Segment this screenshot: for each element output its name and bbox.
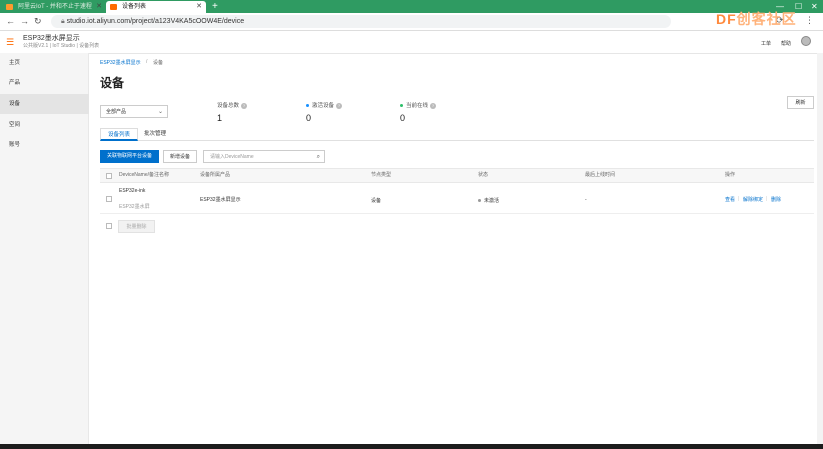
header-link-help[interactable]: 帮助 [781, 40, 791, 47]
sidebar-item-products[interactable]: 产品 [0, 73, 89, 93]
stat-online-value: 0 [400, 113, 406, 123]
stat-active-value: 0 [306, 113, 312, 123]
forward-icon[interactable]: → [20, 14, 29, 29]
batch-delete-button[interactable]: 批量删除 [118, 220, 155, 233]
batch-select-checkbox[interactable] [106, 223, 112, 229]
help-icon[interactable]: ? [336, 102, 343, 109]
browser-tab-device-list[interactable]: 设备列表 ✕ [106, 1, 206, 13]
device-node-type: 设备 [371, 198, 382, 204]
product-select-value: 全部产品 [106, 109, 127, 115]
browser-tab-label: 设备列表 [122, 4, 147, 10]
add-device-button[interactable]: 新增设备 [163, 150, 197, 163]
device-status-text: 未激活 [484, 198, 500, 204]
tab-batch-management[interactable]: 批次管理 [137, 128, 173, 141]
breadcrumb-current: 设备 [153, 60, 164, 66]
tab-divider [100, 140, 814, 141]
device-remark: ESP32墨水屏 [119, 204, 150, 210]
back-icon[interactable]: ← [6, 14, 15, 29]
stat-total-value: 1 [217, 113, 223, 123]
row-checkbox[interactable] [106, 196, 112, 202]
browser-tab-label: 阿里云IoT - 并和不止于速程 [18, 4, 92, 10]
stat-total-label: 设备总数? [217, 101, 248, 109]
brand-watermark-main: DF [716, 11, 737, 27]
sidebar-item-devices[interactable]: 设备 [0, 94, 89, 114]
column-header-node-type: 节点类型 [371, 172, 392, 178]
avatar[interactable] [801, 36, 811, 46]
header-link-ticket[interactable]: 工单 [761, 40, 771, 47]
status-dot-icon [478, 199, 481, 203]
search-input[interactable]: 请输入DeviceName ⌕ [203, 150, 325, 163]
tab-device-list[interactable]: 设备列表 [100, 128, 139, 141]
breadcrumb-separator: / [146, 59, 148, 65]
brand-watermark: DF创客社区 [716, 9, 797, 29]
url-text: studio.iot.aliyun.com/project/a123V4KA5c… [66, 18, 245, 25]
select-all-checkbox[interactable] [106, 173, 112, 179]
close-tab-icon[interactable]: ✕ [196, 1, 202, 13]
help-icon[interactable]: ? [241, 102, 248, 109]
device-status: 未激活 [478, 197, 499, 204]
view-link[interactable]: 查看 [725, 196, 735, 203]
stat-total-text: 设备总数 [217, 103, 240, 109]
page-scrollbar[interactable] [817, 53, 823, 444]
sidebar-item-accounts[interactable]: 账号 [0, 135, 89, 155]
window-close-icon[interactable]: ✕ [811, 0, 818, 13]
aliyun-favicon-icon [6, 4, 13, 10]
unbind-link[interactable]: 解除绑定 [743, 196, 763, 203]
column-header-actions: 操作 [725, 172, 736, 178]
sidebar-item-home[interactable]: 主页 [0, 53, 89, 73]
stat-active-label: 激活设备? [306, 101, 343, 109]
stat-online-label: 当前在线? [400, 101, 437, 109]
stat-active-text: 激活设备 [312, 103, 335, 109]
link-iot-device-button[interactable]: 关联物联网平台设备 [100, 150, 159, 163]
device-last-online: - [585, 197, 587, 203]
hamburger-menu-icon[interactable]: ☰ [6, 37, 14, 48]
brand-watermark-rest: 创客社区 [736, 11, 797, 27]
project-subtitle: 公共版V2.1 | IoT Studio | 设备列表 [23, 43, 100, 49]
chevron-down-icon: ⌄ [157, 109, 163, 115]
status-dot-icon [400, 104, 403, 108]
browser-tab-aliyun[interactable]: 阿里云IoT - 并和不止于速程 ✕ [2, 1, 106, 13]
search-placeholder: 请输入DeviceName [210, 154, 254, 160]
new-tab-icon[interactable]: + [212, 0, 218, 13]
sidebar-item-spaces[interactable]: 空间 [0, 115, 89, 135]
refresh-button[interactable]: 刷新 [787, 96, 814, 109]
help-icon[interactable]: ? [430, 102, 437, 109]
search-icon[interactable]: ⌕ [317, 151, 320, 164]
os-taskbar [0, 444, 823, 449]
close-tab-icon[interactable]: ✕ [96, 1, 102, 13]
column-header-last-online: 最后上线时间 [585, 172, 616, 178]
action-separator: | [738, 196, 740, 202]
breadcrumb-parent[interactable]: ESP32墨水屏显示 [100, 59, 141, 66]
column-header-product: 设备所属产品 [200, 172, 231, 178]
status-dot-icon [306, 104, 309, 108]
menu-dots-icon[interactable]: ⋮ [805, 13, 814, 28]
url-field[interactable]: 🔒︎ studio.iot.aliyun.com/project/a123V4K… [51, 15, 671, 28]
reload-icon[interactable]: ↻ [34, 14, 42, 29]
column-header-devicename: DeviceName/备注名称 [119, 172, 170, 178]
device-product: ESP32墨水屏显示 [200, 197, 241, 203]
action-separator: | [766, 196, 768, 202]
page-title: 设备 [100, 76, 125, 90]
aliyun-favicon-icon [110, 4, 117, 10]
column-header-status: 状态 [478, 172, 489, 178]
delete-link[interactable]: 删除 [771, 196, 781, 203]
stat-online-text: 当前在线 [406, 103, 429, 109]
device-name[interactable]: ESP32e-ink [119, 188, 145, 194]
product-select[interactable]: 全部产品 ⌄ [100, 105, 168, 118]
app-header [0, 31, 823, 54]
